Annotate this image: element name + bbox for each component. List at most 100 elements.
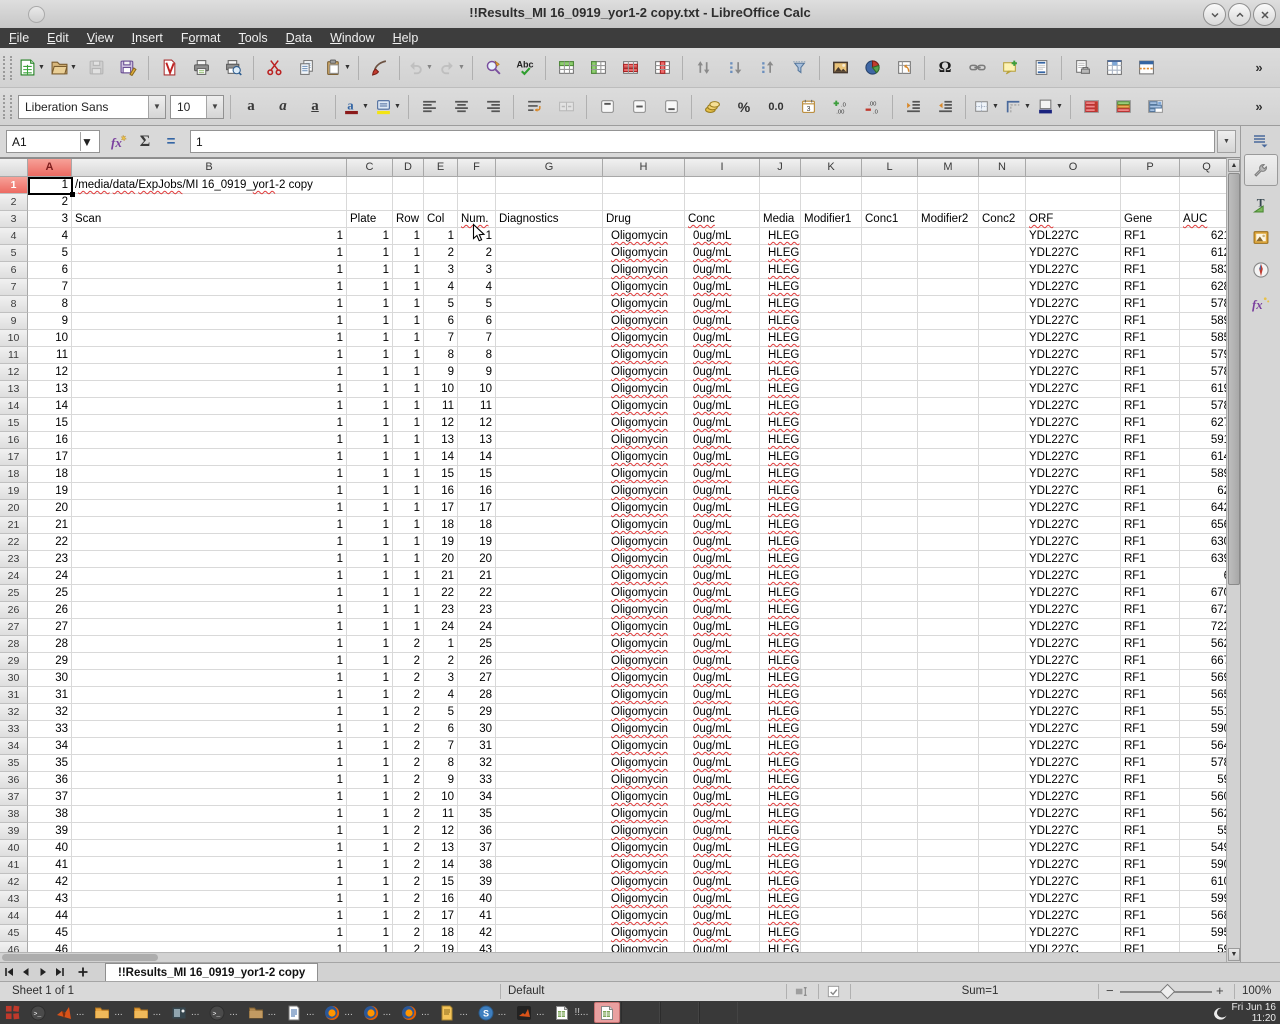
cell-O30[interactable]: YDL227C bbox=[1026, 670, 1121, 687]
menu-edit[interactable]: Edit bbox=[38, 28, 78, 48]
cell-M10[interactable] bbox=[918, 330, 979, 347]
cell-F24[interactable]: 21 bbox=[458, 568, 496, 585]
cell-O14[interactable]: YDL227C bbox=[1026, 398, 1121, 415]
cell-C3[interactable]: Plate bbox=[347, 211, 393, 228]
cell-D17[interactable]: 1 bbox=[393, 449, 424, 466]
cell-O17[interactable]: YDL227C bbox=[1026, 449, 1121, 466]
cell-L9[interactable] bbox=[862, 313, 918, 330]
row-header-4[interactable]: 4 bbox=[0, 228, 28, 245]
cell-A38[interactable]: 38 bbox=[28, 806, 72, 823]
cell-C13[interactable]: 1 bbox=[347, 381, 393, 398]
cell-A5[interactable]: 5 bbox=[28, 245, 72, 262]
cell-I28[interactable]: 0ug/mL bbox=[685, 636, 760, 653]
cell-Q43[interactable]: 599 bbox=[1180, 891, 1226, 908]
cell-J17[interactable]: HLEG bbox=[760, 449, 801, 466]
cell-M30[interactable] bbox=[918, 670, 979, 687]
cell-B33[interactable]: 1 bbox=[72, 721, 347, 738]
cell-D34[interactable]: 2 bbox=[393, 738, 424, 755]
cell-G12[interactable] bbox=[496, 364, 603, 381]
cell-C30[interactable]: 1 bbox=[347, 670, 393, 687]
cell-B3[interactable]: Scan bbox=[72, 211, 347, 228]
cell-L38[interactable] bbox=[862, 806, 918, 823]
cell-O19[interactable]: YDL227C bbox=[1026, 483, 1121, 500]
cell-E10[interactable]: 7 bbox=[424, 330, 458, 347]
cell-K31[interactable] bbox=[801, 687, 862, 704]
cell-E30[interactable]: 3 bbox=[424, 670, 458, 687]
cell-I29[interactable]: 0ug/mL bbox=[685, 653, 760, 670]
cell-H3[interactable]: Drug bbox=[603, 211, 685, 228]
cell-P13[interactable]: RF1 bbox=[1121, 381, 1180, 398]
next-sheet-button[interactable] bbox=[34, 963, 51, 981]
column-header-H[interactable]: H bbox=[603, 159, 685, 177]
cell-E41[interactable]: 14 bbox=[424, 857, 458, 874]
cell-B29[interactable]: 1 bbox=[72, 653, 347, 670]
cell-M38[interactable] bbox=[918, 806, 979, 823]
cell-L13[interactable] bbox=[862, 381, 918, 398]
cell-G27[interactable] bbox=[496, 619, 603, 636]
cell-E5[interactable]: 2 bbox=[424, 245, 458, 262]
cell-G13[interactable] bbox=[496, 381, 603, 398]
cell-G9[interactable] bbox=[496, 313, 603, 330]
delete-decimal-button[interactable]: .00.0 bbox=[857, 93, 887, 121]
cell-P33[interactable]: RF1 bbox=[1121, 721, 1180, 738]
cell-J34[interactable]: HLEG bbox=[760, 738, 801, 755]
cell-D43[interactable]: 2 bbox=[393, 891, 424, 908]
cell-C7[interactable]: 1 bbox=[347, 279, 393, 296]
cell-I21[interactable]: 0ug/mL bbox=[685, 517, 760, 534]
decrease-indent-button[interactable] bbox=[930, 93, 960, 121]
row-header-5[interactable]: 5 bbox=[0, 245, 28, 262]
cell-F39[interactable]: 36 bbox=[458, 823, 496, 840]
cell-E24[interactable]: 21 bbox=[424, 568, 458, 585]
cell-G16[interactable] bbox=[496, 432, 603, 449]
cell-E4[interactable]: 1 bbox=[424, 228, 458, 245]
cell-D16[interactable]: 1 bbox=[393, 432, 424, 449]
cell-Q32[interactable]: 551 bbox=[1180, 704, 1226, 721]
cell-N36[interactable] bbox=[979, 772, 1026, 789]
cell-K14[interactable] bbox=[801, 398, 862, 415]
cell-K37[interactable] bbox=[801, 789, 862, 806]
cell-L8[interactable] bbox=[862, 296, 918, 313]
cell-B21[interactable]: 1 bbox=[72, 517, 347, 534]
cell-N14[interactable] bbox=[979, 398, 1026, 415]
cell-Q14[interactable]: 578 bbox=[1180, 398, 1226, 415]
scroll-down-icon[interactable]: ▼ bbox=[1228, 948, 1240, 961]
cell-B2[interactable] bbox=[72, 194, 347, 211]
cell-N33[interactable] bbox=[979, 721, 1026, 738]
cell-E13[interactable]: 10 bbox=[424, 381, 458, 398]
cell-E32[interactable]: 5 bbox=[424, 704, 458, 721]
cell-I31[interactable]: 0ug/mL bbox=[685, 687, 760, 704]
name-box[interactable]: A1 ▼ bbox=[6, 130, 100, 153]
cell-P24[interactable]: RF1 bbox=[1121, 568, 1180, 585]
cell-M32[interactable] bbox=[918, 704, 979, 721]
cell-O36[interactable]: YDL227C bbox=[1026, 772, 1121, 789]
cell-B8[interactable]: 1 bbox=[72, 296, 347, 313]
cell-E37[interactable]: 10 bbox=[424, 789, 458, 806]
cell-N45[interactable] bbox=[979, 925, 1026, 942]
cell-E3[interactable]: Col bbox=[424, 211, 458, 228]
cell-F35[interactable]: 32 bbox=[458, 755, 496, 772]
cell-D35[interactable]: 2 bbox=[393, 755, 424, 772]
cell-K29[interactable] bbox=[801, 653, 862, 670]
cell-O32[interactable]: YDL227C bbox=[1026, 704, 1121, 721]
insert-pivot-table-button[interactable] bbox=[889, 54, 919, 82]
cell-Q41[interactable]: 590 bbox=[1180, 857, 1226, 874]
cell-F37[interactable]: 34 bbox=[458, 789, 496, 806]
freeze-panes-button[interactable] bbox=[1099, 54, 1129, 82]
menu-data[interactable]: Data bbox=[277, 28, 321, 48]
row-header-44[interactable]: 44 bbox=[0, 908, 28, 925]
wrap-text-button[interactable] bbox=[519, 93, 549, 121]
cell-N3[interactable]: Conc2 bbox=[979, 211, 1026, 228]
cell-F1[interactable] bbox=[458, 177, 496, 194]
row-header-18[interactable]: 18 bbox=[0, 466, 28, 483]
formula-input[interactable]: 1 bbox=[190, 130, 1215, 153]
cell-G4[interactable] bbox=[496, 228, 603, 245]
cell-G15[interactable] bbox=[496, 415, 603, 432]
cell-B11[interactable]: 1 bbox=[72, 347, 347, 364]
cell-E2[interactable] bbox=[424, 194, 458, 211]
sort-descending-button[interactable] bbox=[752, 54, 782, 82]
cell-M7[interactable] bbox=[918, 279, 979, 296]
cell-B35[interactable]: 1 bbox=[72, 755, 347, 772]
cell-L26[interactable] bbox=[862, 602, 918, 619]
font-name-dropdown-icon[interactable]: ▼ bbox=[148, 96, 165, 118]
print-area-button[interactable] bbox=[1067, 54, 1097, 82]
